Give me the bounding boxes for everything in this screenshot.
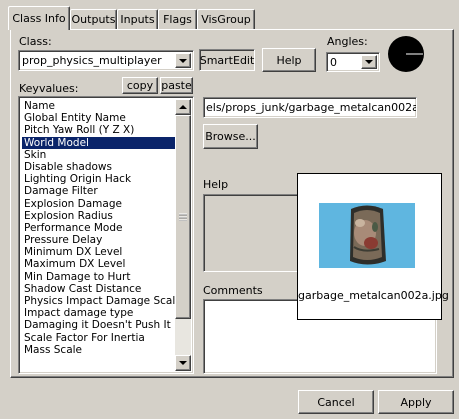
model-preview-popup: garbage_metalcan002a.jpg: [297, 173, 449, 320]
keyvalue-list-item[interactable]: Physics Impact Damage Scale: [22, 295, 176, 307]
keyvalue-list-item[interactable]: Damaging it Doesn't Push It: [22, 319, 176, 331]
scrollbar-thumb[interactable]: [175, 115, 191, 319]
angles-value: 0: [330, 56, 337, 69]
keyvalue-list-item[interactable]: Shadow Cast Distance: [22, 283, 176, 295]
tab-flags[interactable]: Flags: [158, 9, 197, 29]
model-preview-caption: garbage_metalcan002a.jpg: [298, 289, 449, 302]
tab-visgroup[interactable]: VisGroup: [197, 9, 255, 29]
tab-outputs[interactable]: Outputs: [70, 9, 117, 29]
smartedit-toggle[interactable]: SmartEdit: [199, 49, 255, 71]
keyvalue-list-item[interactable]: Performance Mode: [22, 222, 176, 234]
keyvalue-value-field[interactable]: els/props_junk/garbage_metalcan002a.mdl: [203, 97, 417, 118]
keyvalue-list-item[interactable]: Pitch Yaw Roll (Y Z X): [22, 124, 176, 136]
class-dropdown[interactable]: prop_physics_multiplayer: [18, 50, 194, 71]
keyvalues-listbox[interactable]: Name Global Entity Name Pitch Yaw Roll (Y …: [18, 96, 194, 374]
class-value: prop_physics_multiplayer: [22, 54, 162, 67]
keyvalue-list-item[interactable]: Min Damage to Hurt: [22, 271, 176, 283]
angles-label: Angles:: [327, 35, 368, 48]
grip-icon: [179, 213, 187, 221]
help-section-label: Help: [203, 178, 229, 191]
browse-button[interactable]: Browse...: [203, 124, 258, 149]
apply-button[interactable]: Apply: [378, 390, 454, 414]
keyvalue-list-item[interactable]: Impact damage type: [22, 307, 176, 319]
keyvalue-list-item[interactable]: Maximum DX Level: [22, 258, 176, 270]
angle-dial[interactable]: [386, 34, 426, 74]
keyvalue-list-item[interactable]: Minimum DX Level: [22, 246, 176, 258]
keyvalue-list-item[interactable]: Damage Filter: [22, 185, 176, 197]
help-button[interactable]: Help: [262, 48, 316, 72]
model-preview-image: [319, 203, 415, 268]
keyvalues-list: Name Global Entity Name Pitch Yaw Roll (Y …: [22, 100, 176, 370]
keyvalue-list-item[interactable]: Skin: [22, 149, 176, 161]
paste-button[interactable]: paste: [160, 77, 193, 94]
keyvalue-list-item[interactable]: Disable shadows: [22, 161, 176, 173]
chevron-down-icon[interactable]: [361, 55, 377, 69]
keyvalue-list-item[interactable]: Pressure Delay: [22, 234, 176, 246]
tab-class-info[interactable]: Class Info: [8, 6, 70, 30]
keyvalue-value-text: els/props_junk/garbage_metalcan002a.mdl: [206, 101, 416, 114]
angles-dropdown[interactable]: 0: [326, 52, 380, 72]
class-label: Class:: [19, 35, 52, 48]
tab-inputs[interactable]: Inputs: [117, 9, 158, 29]
keyvalue-list-item[interactable]: Lighting Origin Hack: [22, 173, 176, 185]
keyvalue-list-item[interactable]: World Model: [22, 136, 176, 149]
scroll-up-arrow-icon[interactable]: [175, 99, 191, 115]
keyvalues-label: Keyvalues:: [19, 82, 79, 95]
comments-label: Comments: [203, 284, 263, 297]
keyvalue-list-item[interactable]: Name: [22, 100, 176, 112]
metal-can-image: [319, 203, 415, 268]
copy-button[interactable]: copy: [122, 77, 158, 94]
cancel-button[interactable]: Cancel: [298, 390, 374, 414]
keyvalue-list-item[interactable]: Explosion Damage: [22, 198, 176, 210]
keyvalue-list-item[interactable]: Mass Scale: [22, 344, 176, 356]
chevron-down-icon[interactable]: [175, 53, 191, 68]
keyvalue-list-item[interactable]: Explosion Radius: [22, 210, 176, 222]
keyvalue-list-item[interactable]: Scale Factor For Inertia: [22, 332, 176, 344]
scroll-down-arrow-icon[interactable]: [175, 355, 191, 371]
keyvalue-list-item[interactable]: Global Entity Name: [22, 112, 176, 124]
scrollbar[interactable]: [175, 99, 191, 371]
